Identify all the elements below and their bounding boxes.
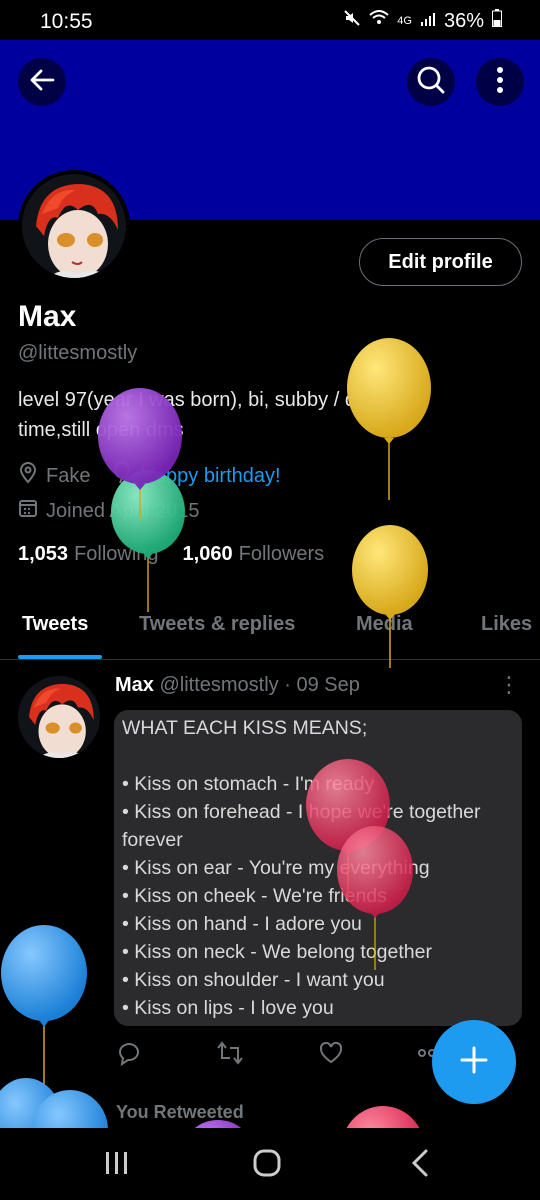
more-vertical-icon [496, 66, 504, 99]
image-text-line: WHAT EACH KISS MEANS; [122, 717, 368, 739]
location-icon [18, 462, 38, 490]
profile-joined: Joined April 2015 [46, 499, 200, 522]
tweet-handle-date: @littesmostly · 09 Sep [159, 674, 360, 696]
tab-likes[interactable]: Likes [481, 613, 532, 636]
plus-icon [458, 1044, 490, 1081]
back-button[interactable] [18, 58, 66, 106]
profile-meta-row: Fake Happy birthday! [18, 461, 281, 490]
profile-handle: @littesmostly [18, 342, 138, 364]
home-button[interactable] [252, 1148, 282, 1183]
search-icon [416, 65, 446, 100]
image-text-line: • Kiss on neck - We belong together [122, 941, 432, 963]
image-text-line: • Kiss on ear - You're my everything [122, 857, 430, 879]
calendar-icon [18, 498, 38, 524]
balloon-icon [112, 461, 132, 490]
more-options-button[interactable] [476, 58, 524, 106]
image-text-line: forever [122, 829, 183, 851]
retweet-icon [216, 1041, 244, 1070]
compose-tweet-button[interactable] [432, 1020, 516, 1104]
following-label: Following [74, 543, 159, 565]
followers-count: 1,060 [182, 543, 233, 565]
like-icon [318, 1041, 344, 1070]
profile-joined-row: Joined April 2015 [18, 498, 199, 524]
chevron-left-icon [411, 1149, 428, 1177]
image-text-line: • Kiss on hand - I adore you [122, 913, 362, 935]
mute-icon [343, 9, 361, 33]
tweet-author-name[interactable]: Max [115, 674, 154, 696]
recent-apps-icon [106, 1152, 127, 1174]
network-label: 4G [397, 15, 412, 27]
reply-icon [116, 1043, 142, 1070]
blue-balloon [1, 925, 87, 1090]
retweet-small-icon [78, 1100, 100, 1125]
retweeted-indicator: You Retweeted [78, 1100, 244, 1125]
profile-name: Max [18, 300, 77, 333]
recent-apps-button[interactable] [104, 1150, 130, 1181]
battery-icon [492, 9, 502, 33]
tweet-image[interactable]: WHAT EACH KISS MEANS; • Kiss on stomach … [114, 710, 522, 1026]
pink-balloon [346, 1106, 420, 1128]
tweet-more-icon[interactable]: ⋮ [498, 672, 520, 698]
system-back-button[interactable] [408, 1148, 432, 1183]
tab-tweets[interactable]: Tweets [22, 613, 88, 636]
image-text-line [122, 742, 514, 770]
image-text-line: • Kiss on lips - I love you [122, 997, 334, 1019]
profile-birthday[interactable]: Happy birthday! [140, 465, 280, 488]
image-text-line: • Kiss on shoulder - I want you [122, 969, 385, 991]
system-navigation-bar [0, 1128, 540, 1200]
retweet-button[interactable] [216, 1040, 244, 1071]
like-button[interactable] [318, 1040, 344, 1071]
profile-bio: level 97(year I was born), bi, subby / d… [18, 389, 406, 441]
followers-label: Followers [238, 543, 325, 565]
profile-tabs: Tweets Tweets & replies Media Likes [0, 600, 540, 660]
tweet-header: Max @littesmostly · 09 Sep [115, 674, 360, 697]
reply-button[interactable] [116, 1040, 142, 1071]
following-link[interactable]: 1,053 Following [18, 543, 159, 566]
home-icon [253, 1149, 281, 1177]
search-button[interactable] [407, 58, 455, 106]
anime-avatar-image [18, 676, 100, 758]
tweet-avatar[interactable] [18, 676, 100, 758]
back-arrow-icon [29, 67, 55, 98]
image-text-line: • Kiss on forehead - I hope we're togeth… [122, 801, 481, 823]
tab-media[interactable]: Media [356, 613, 413, 636]
status-icons: 4G 36% [343, 9, 502, 33]
status-bar: 10:55 4G 36% [0, 0, 540, 40]
profile-location: Fake [46, 464, 91, 487]
follow-counts: 1,053 Following 1,060 Followers [18, 543, 324, 566]
wifi-icon [369, 9, 389, 33]
followers-link[interactable]: 1,060 Followers [183, 543, 325, 566]
following-count: 1,053 [18, 543, 69, 565]
retweeted-label: You Retweeted [116, 1102, 244, 1122]
battery-level: 36% [443, 9, 484, 32]
status-time: 10:55 [40, 10, 93, 33]
blue-balloon [0, 1078, 62, 1128]
profile-avatar[interactable] [18, 170, 130, 282]
active-tab-indicator [18, 655, 102, 659]
edit-profile-button[interactable]: Edit profile [359, 238, 522, 286]
image-text-line: • Kiss on stomach - I'm ready [122, 773, 375, 795]
image-text-line: • Kiss on cheek - We're friends [122, 885, 387, 907]
signal-icon [420, 10, 436, 33]
tab-tweets-and-replies[interactable]: Tweets & replies [139, 613, 295, 636]
green-balloon [111, 470, 185, 612]
anime-avatar-image [22, 174, 126, 278]
